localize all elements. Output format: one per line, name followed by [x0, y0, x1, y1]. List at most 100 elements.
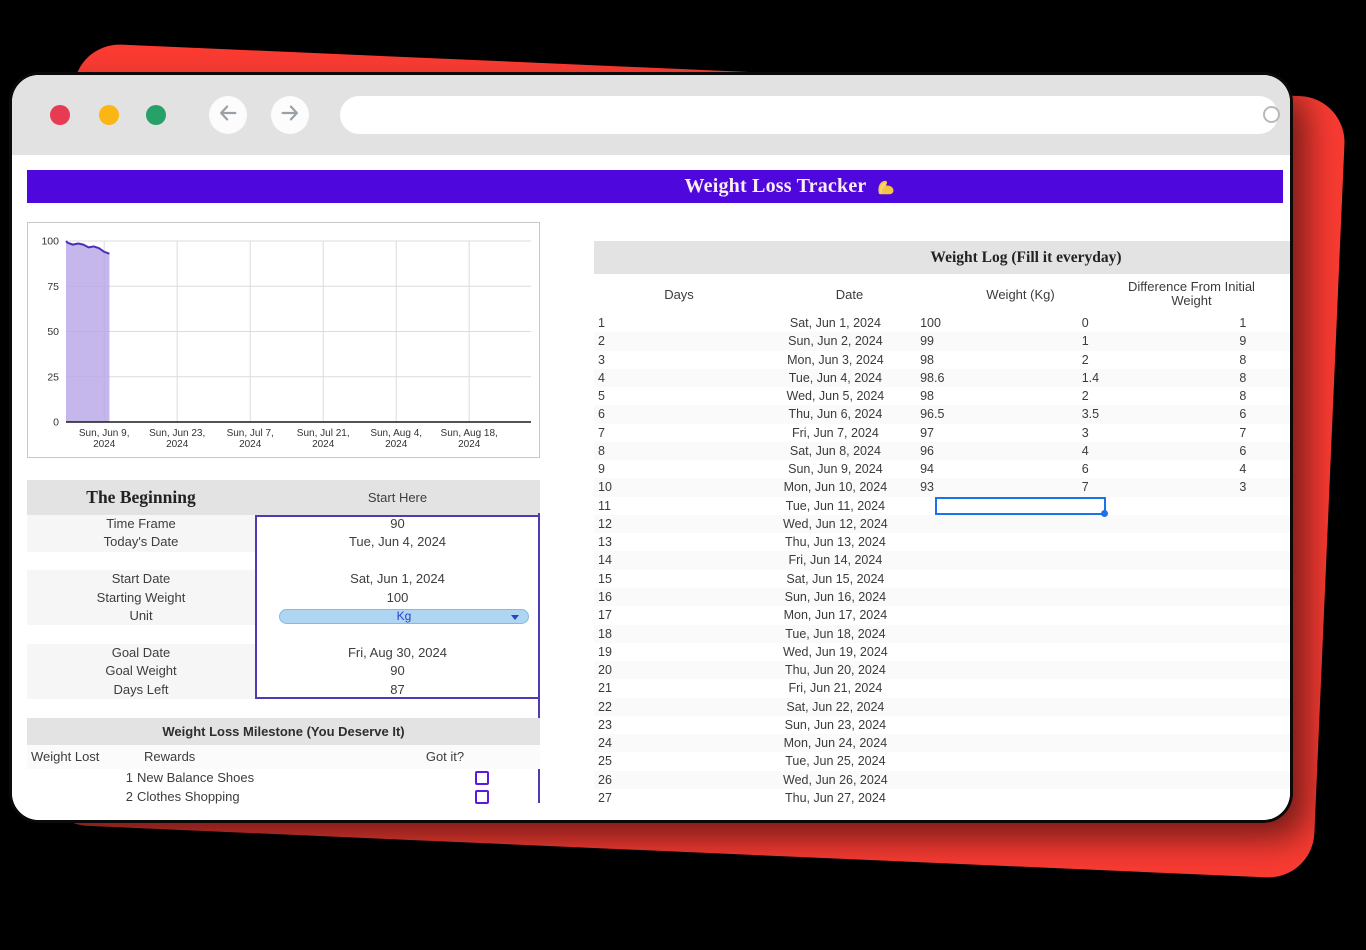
edge-cell[interactable]: 8: [1239, 369, 1290, 387]
date-cell[interactable]: Sat, Jun 22, 2024: [755, 698, 916, 716]
edge-cell[interactable]: [1239, 643, 1290, 661]
day-cell[interactable]: 8: [594, 442, 755, 460]
day-cell[interactable]: 26: [594, 771, 755, 789]
date-cell[interactable]: Fri, Jun 14, 2024: [755, 551, 916, 569]
edge-cell[interactable]: [1239, 734, 1290, 752]
date-cell[interactable]: Wed, Jun 12, 2024: [755, 515, 916, 533]
weight-cell[interactable]: [916, 533, 1078, 551]
day-cell[interactable]: 4: [594, 369, 755, 387]
difference-cell[interactable]: [1078, 771, 1240, 789]
difference-cell[interactable]: 7: [1078, 478, 1240, 496]
weight-cell[interactable]: [916, 771, 1078, 789]
date-cell[interactable]: Sat, Jun 15, 2024: [755, 570, 916, 588]
close-window-button[interactable]: [50, 105, 70, 125]
date-cell[interactable]: Mon, Jun 17, 2024: [755, 606, 916, 624]
day-cell[interactable]: 12: [594, 515, 755, 533]
date-cell[interactable]: Fri, Jun 7, 2024: [755, 424, 916, 442]
field-value-cell[interactable]: 90: [255, 662, 540, 680]
weight-cell[interactable]: [916, 734, 1078, 752]
weight-cell[interactable]: 100: [916, 314, 1078, 332]
date-cell[interactable]: Tue, Jun 11, 2024: [755, 497, 916, 515]
day-cell[interactable]: 7: [594, 424, 755, 442]
date-cell[interactable]: Wed, Jun 19, 2024: [755, 643, 916, 661]
day-cell[interactable]: 15: [594, 570, 755, 588]
date-cell[interactable]: Thu, Jun 13, 2024: [755, 533, 916, 551]
day-cell[interactable]: 27: [594, 789, 755, 807]
date-cell[interactable]: Sat, Jun 8, 2024: [755, 442, 916, 460]
difference-cell[interactable]: [1078, 716, 1240, 734]
unit-dropdown[interactable]: Kg: [279, 609, 529, 624]
date-cell[interactable]: Sun, Jun 2, 2024: [755, 332, 916, 350]
edge-cell[interactable]: 4: [1239, 460, 1290, 478]
edge-cell[interactable]: 1: [1239, 314, 1290, 332]
edge-cell[interactable]: [1239, 789, 1290, 807]
weight-cell[interactable]: [916, 643, 1078, 661]
got-it-checkbox[interactable]: [475, 771, 489, 785]
day-cell[interactable]: 2: [594, 332, 755, 350]
difference-cell[interactable]: [1078, 643, 1240, 661]
day-cell[interactable]: 5: [594, 387, 755, 405]
day-cell[interactable]: 14: [594, 551, 755, 569]
day-cell[interactable]: 23: [594, 716, 755, 734]
date-cell[interactable]: Mon, Jun 3, 2024: [755, 351, 916, 369]
date-cell[interactable]: Mon, Jun 24, 2024: [755, 734, 916, 752]
weight-cell[interactable]: 97: [916, 424, 1078, 442]
field-value-cell[interactable]: Tue, Jun 4, 2024: [255, 533, 540, 551]
weight-cell[interactable]: 98: [916, 351, 1078, 369]
edge-cell[interactable]: [1239, 716, 1290, 734]
field-value-cell[interactable]: Kg: [255, 607, 540, 625]
edge-cell[interactable]: [1239, 679, 1290, 697]
date-cell[interactable]: Thu, Jun 6, 2024: [755, 405, 916, 423]
field-value-cell[interactable]: 87: [255, 681, 540, 699]
selected-cell[interactable]: [935, 497, 1106, 515]
difference-cell[interactable]: [1078, 570, 1240, 588]
weight-cell[interactable]: [916, 679, 1078, 697]
minimize-window-button[interactable]: [99, 105, 119, 125]
weight-cell[interactable]: [916, 551, 1078, 569]
weight-cell[interactable]: 96.5: [916, 405, 1078, 423]
day-cell[interactable]: 21: [594, 679, 755, 697]
date-cell[interactable]: Sun, Jun 16, 2024: [755, 588, 916, 606]
weight-cell[interactable]: [916, 570, 1078, 588]
difference-cell[interactable]: [1078, 625, 1240, 643]
edge-cell[interactable]: [1239, 698, 1290, 716]
date-cell[interactable]: Tue, Jun 4, 2024: [755, 369, 916, 387]
weight-cell[interactable]: 98.6: [916, 369, 1078, 387]
date-cell[interactable]: Tue, Jun 25, 2024: [755, 752, 916, 770]
difference-cell[interactable]: [1078, 551, 1240, 569]
date-cell[interactable]: Fri, Jun 21, 2024: [755, 679, 916, 697]
field-value-cell[interactable]: 100: [255, 589, 540, 607]
difference-cell[interactable]: [1078, 679, 1240, 697]
date-cell[interactable]: Thu, Jun 20, 2024: [755, 661, 916, 679]
difference-cell[interactable]: [1078, 533, 1240, 551]
date-cell[interactable]: Thu, Jun 27, 2024: [755, 789, 916, 807]
url-bar[interactable]: [340, 96, 1278, 134]
weight-cell[interactable]: [916, 752, 1078, 770]
difference-cell[interactable]: [1078, 606, 1240, 624]
edge-cell[interactable]: [1239, 752, 1290, 770]
difference-cell[interactable]: 0: [1078, 314, 1240, 332]
difference-cell[interactable]: 6: [1078, 460, 1240, 478]
weight-cell[interactable]: 96: [916, 442, 1078, 460]
weight-cell[interactable]: [916, 698, 1078, 716]
edge-cell[interactable]: [1239, 661, 1290, 679]
maximize-window-button[interactable]: [146, 105, 166, 125]
day-cell[interactable]: 20: [594, 661, 755, 679]
difference-cell[interactable]: 3.5: [1078, 405, 1240, 423]
edge-cell[interactable]: [1239, 515, 1290, 533]
weight-cell[interactable]: [916, 716, 1078, 734]
day-cell[interactable]: 9: [594, 460, 755, 478]
edge-cell[interactable]: [1239, 588, 1290, 606]
got-it-checkbox[interactable]: [475, 790, 489, 804]
difference-cell[interactable]: [1078, 661, 1240, 679]
day-cell[interactable]: 10: [594, 478, 755, 496]
date-cell[interactable]: Wed, Jun 26, 2024: [755, 771, 916, 789]
weight-cell[interactable]: [916, 515, 1078, 533]
difference-cell[interactable]: [1078, 698, 1240, 716]
day-cell[interactable]: 24: [594, 734, 755, 752]
weight-cell[interactable]: 93: [916, 478, 1078, 496]
date-cell[interactable]: Sat, Jun 1, 2024: [755, 314, 916, 332]
difference-cell[interactable]: 3: [1078, 424, 1240, 442]
edge-cell[interactable]: 3: [1239, 478, 1290, 496]
day-cell[interactable]: 3: [594, 351, 755, 369]
